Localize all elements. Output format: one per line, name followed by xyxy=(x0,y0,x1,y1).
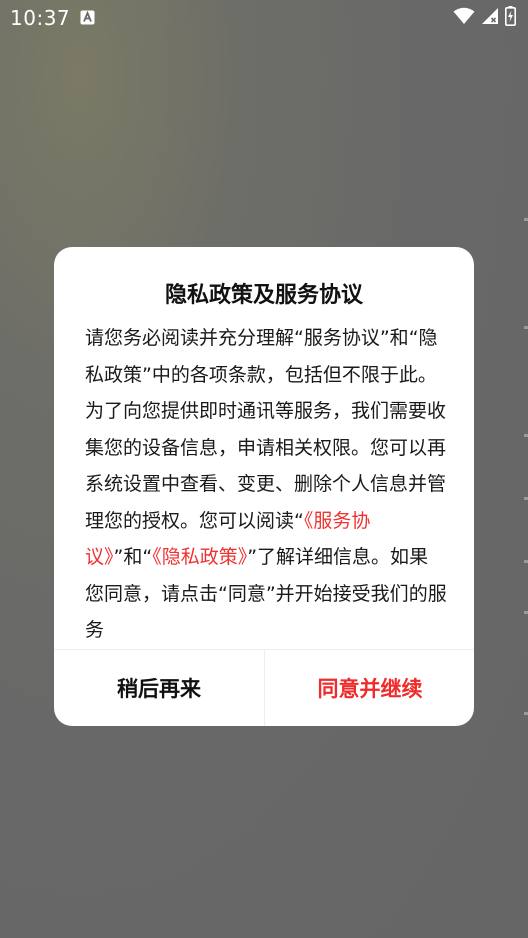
dialog-title: 隐私政策及服务协议 xyxy=(164,283,363,308)
signal-icon xyxy=(481,7,499,29)
dialog-body: 请您务必阅读并充分理解“服务协议”和“隐私政策”中的各项条款，包括但不限于此。为… xyxy=(85,320,447,649)
edge-marker xyxy=(524,434,528,437)
edge-marker xyxy=(524,497,528,500)
a-notification-icon xyxy=(80,10,95,25)
wifi-icon xyxy=(453,7,475,29)
edge-marker xyxy=(524,712,528,715)
later-button[interactable]: 稍后再来 xyxy=(54,650,264,726)
status-icons xyxy=(453,6,516,30)
screen: 10:37 隐私政策及服务协议 请您务必阅读并充分理解“服务协议”和“隐私政策”… xyxy=(0,0,528,938)
agree-continue-button[interactable]: 同意并继续 xyxy=(265,650,474,726)
status-bar: 10:37 xyxy=(0,0,528,36)
edge-marker xyxy=(524,611,528,614)
edge-marker xyxy=(524,560,528,563)
body-text: ”和“ xyxy=(113,546,153,568)
body-text: 请您务必阅读并充分理解“服务协议”和“隐私政策”中的各项条款，包括但不限于此。为… xyxy=(85,327,447,532)
edge-marker xyxy=(524,326,528,329)
battery-icon xyxy=(505,6,516,30)
status-time: 10:37 xyxy=(10,6,71,30)
privacy-policy-link[interactable]: 《隐私政策》 xyxy=(152,546,247,568)
privacy-dialog: 隐私政策及服务协议 请您务必阅读并充分理解“服务协议”和“隐私政策”中的各项条款… xyxy=(54,247,474,726)
edge-marker xyxy=(524,218,528,221)
